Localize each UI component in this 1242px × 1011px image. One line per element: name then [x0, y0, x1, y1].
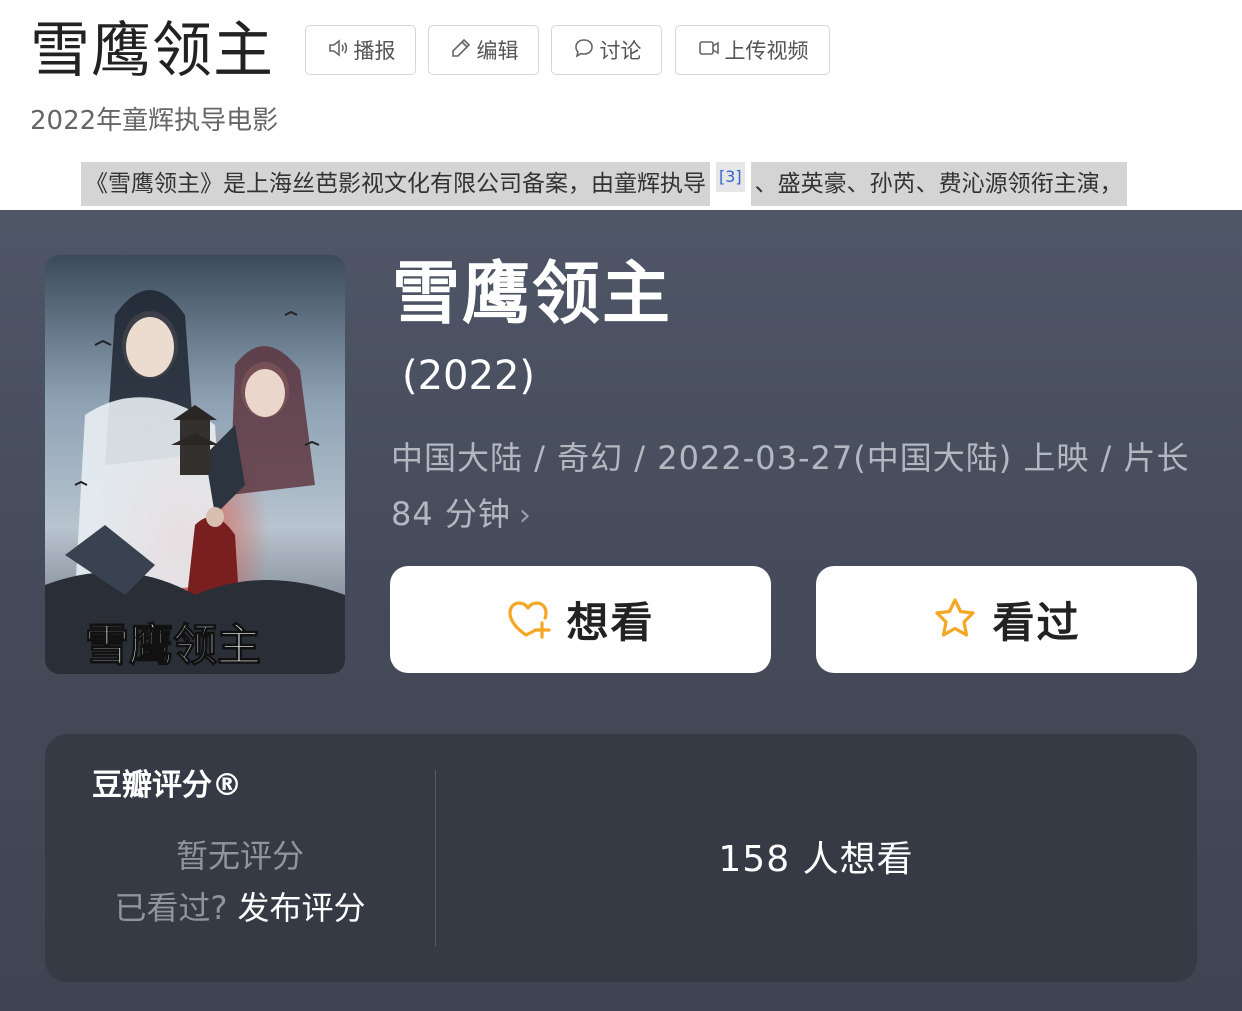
reference-link[interactable]: [3]	[716, 162, 745, 192]
speaker-icon	[326, 36, 350, 65]
movie-meta-info[interactable]: 中国大陆 / 奇幻 / 2022-03-27(中国大陆) 上映 / 片长 84 …	[391, 430, 1191, 544]
rate-prompt: 已看过? 发布评分	[45, 886, 435, 930]
douban-movie-card: 雪鹰领主 雪鹰领主 (2022) 中国大陆 / 奇幻 / 2022-03-27(…	[0, 210, 1242, 1011]
movie-title: 雪鹰领主	[392, 255, 673, 334]
no-rating-text: 暂无评分	[175, 837, 304, 875]
video-camera-icon	[697, 36, 721, 65]
movie-year: (2022)	[402, 353, 536, 399]
summary-text-2: 、盛英豪、孙芮、费沁源领衔主演，	[750, 162, 1127, 206]
discuss-button[interactable]: 讨论	[551, 25, 662, 75]
heart-plus-icon	[506, 595, 552, 645]
baike-title: 雪鹰领主	[30, 16, 274, 86]
summary-text-1: 《雪鹰领主》是上海丝芭影视文化有限公司备案，由童辉执导	[81, 162, 710, 206]
want-to-watch-button[interactable]: 想看	[390, 566, 771, 673]
watched-button[interactable]: 看过	[816, 566, 1197, 673]
baike-subtitle: 2022年童辉执导电影	[30, 106, 279, 136]
broadcast-button[interactable]: 播报	[305, 25, 416, 75]
broadcast-label: 播报	[353, 39, 396, 63]
seen-question: 已看过?	[114, 889, 228, 927]
chevron-right-icon: ›	[518, 498, 532, 533]
want-count: 158 人想看	[718, 839, 914, 880]
upload-video-label: 上传视频	[724, 39, 809, 63]
watched-label: 看过	[992, 598, 1081, 647]
upload-video-button[interactable]: 上传视频	[675, 25, 830, 75]
publish-rating-link[interactable]: 发布评分	[237, 889, 365, 927]
edit-button[interactable]: 编辑	[428, 25, 539, 75]
rating-panel: 豆瓣评分® 暂无评分 已看过? 发布评分 158 人想看	[45, 734, 1197, 982]
star-icon	[932, 595, 978, 645]
movie-poster[interactable]: 雪鹰领主	[45, 255, 345, 674]
douban-rating-label: 豆瓣评分®	[92, 768, 242, 803]
edit-label: 编辑	[476, 39, 519, 63]
discuss-label: 讨论	[599, 39, 642, 63]
poster-title-text: 雪鹰领主	[85, 620, 261, 671]
baike-header: 雪鹰领主 播报 编辑 讨论 上传视频 2022年童辉执导电影 《雪鹰领主》是上海…	[0, 0, 1242, 210]
chat-bubble-icon	[572, 36, 596, 65]
want-to-watch-label: 想看	[566, 598, 655, 647]
summary-paragraph: 《雪鹰领主》是上海丝芭影视文化有限公司备案，由童辉执导 [3] 、盛英豪、孙芮、费沁…	[81, 162, 1242, 206]
movie-meta-text: 中国大陆 / 奇幻 / 2022-03-27(中国大陆) 上映 / 片长 84 …	[391, 439, 1190, 533]
pencil-icon	[449, 36, 473, 65]
